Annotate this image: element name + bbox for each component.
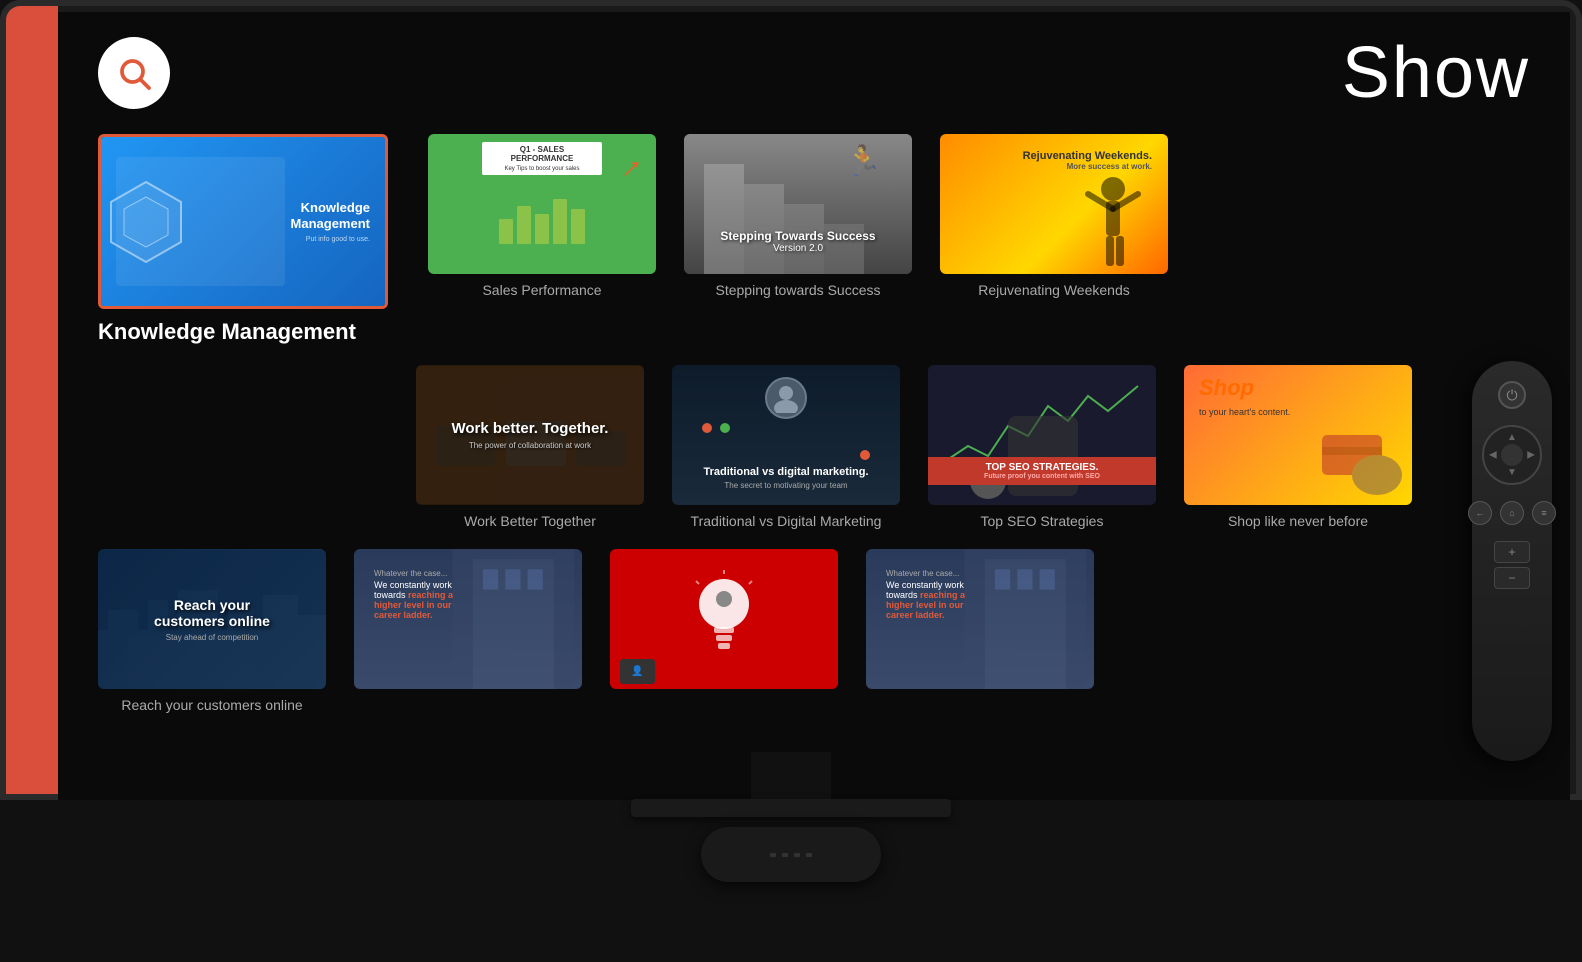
card-thumbnail: 👤 [610, 549, 838, 689]
page-title: Show [1342, 32, 1530, 114]
card-stepping-success[interactable]: 🏃 Stepping Towards Success Version 2.0 S… [684, 134, 912, 298]
card-shop-never-before[interactable]: Shop to your heart's content. Shop like … [1184, 365, 1412, 529]
tv-stand-base [631, 799, 951, 817]
card-title: Sales Performance [482, 282, 601, 298]
card-title: Stepping towards Success [716, 282, 881, 298]
tv-stand-neck [751, 752, 831, 802]
card-traditional-digital[interactable]: Traditional vs digital marketing. The se… [672, 365, 900, 529]
card-title: Traditional vs Digital Marketing [691, 513, 882, 529]
card-thumbnail: 🏃 Stepping Towards Success Version 2.0 [684, 134, 912, 274]
card-thumbnail: TOP SEO STRATEGIES. Future proof you con… [928, 365, 1156, 505]
featured-card-title: Knowledge Management [98, 319, 388, 345]
search-button[interactable] [98, 37, 170, 109]
row-2: Work better. Together. The power of coll… [98, 365, 1530, 529]
set-top-box [701, 827, 881, 882]
featured-thumbnail: KnowledgeManagement Put info good to use… [98, 134, 388, 309]
card-thumbnail: Whatever the case... We constantly work … [354, 549, 582, 689]
card-thumbnail: Rejuvenating Weekends. More success at w… [940, 134, 1168, 274]
card-sales-performance[interactable]: Q1 - SALESPERFORMANCEKey Tips to boost y… [428, 134, 656, 298]
card-title: Shop like never before [1228, 513, 1368, 529]
card-lightbulb[interactable]: 👤 [610, 549, 838, 697]
card-thumbnail: Traditional vs digital marketing. The se… [672, 365, 900, 505]
card-thumbnail: Shop to your heart's content. [1184, 365, 1412, 505]
tv-frame: Show [0, 0, 1582, 800]
red-accent-bar [6, 6, 58, 794]
card-thumbnail: Work better. Together. The power of coll… [416, 365, 644, 505]
card-rejuvenating-weekends[interactable]: Rejuvenating Weekends. More success at w… [940, 134, 1168, 298]
card-thumbnail: Whatever the case... We constantly work … [866, 549, 1094, 689]
content-area: KnowledgeManagement Put info good to use… [58, 134, 1570, 753]
featured-card[interactable]: KnowledgeManagement Put info good to use… [98, 134, 388, 345]
card-work-better[interactable]: Work better. Together. The power of coll… [416, 365, 644, 529]
card-career-1[interactable]: Whatever the case... We constantly work … [354, 549, 582, 697]
card-reach-customers[interactable]: Reach yourcustomers online Stay ahead of… [98, 549, 326, 713]
row-1: KnowledgeManagement Put info good to use… [98, 134, 1530, 345]
card-career-2[interactable]: Whatever the case... We constantly work … [866, 549, 1094, 697]
card-title: Work Better Together [464, 513, 596, 529]
card-title: Rejuvenating Weekends [978, 282, 1130, 298]
card-thumbnail: Q1 - SALESPERFORMANCEKey Tips to boost y… [428, 134, 656, 274]
card-title: Reach your customers online [121, 697, 302, 713]
card-top-seo[interactable]: TOP SEO STRATEGIES. Future proof you con… [928, 365, 1156, 529]
row-3: Reach yourcustomers online Stay ahead of… [98, 549, 1530, 713]
header: Show [58, 12, 1570, 134]
card-thumbnail: Reach yourcustomers online Stay ahead of… [98, 549, 326, 689]
tv-screen: Show [58, 12, 1570, 800]
card-title: Top SEO Strategies [981, 513, 1104, 529]
